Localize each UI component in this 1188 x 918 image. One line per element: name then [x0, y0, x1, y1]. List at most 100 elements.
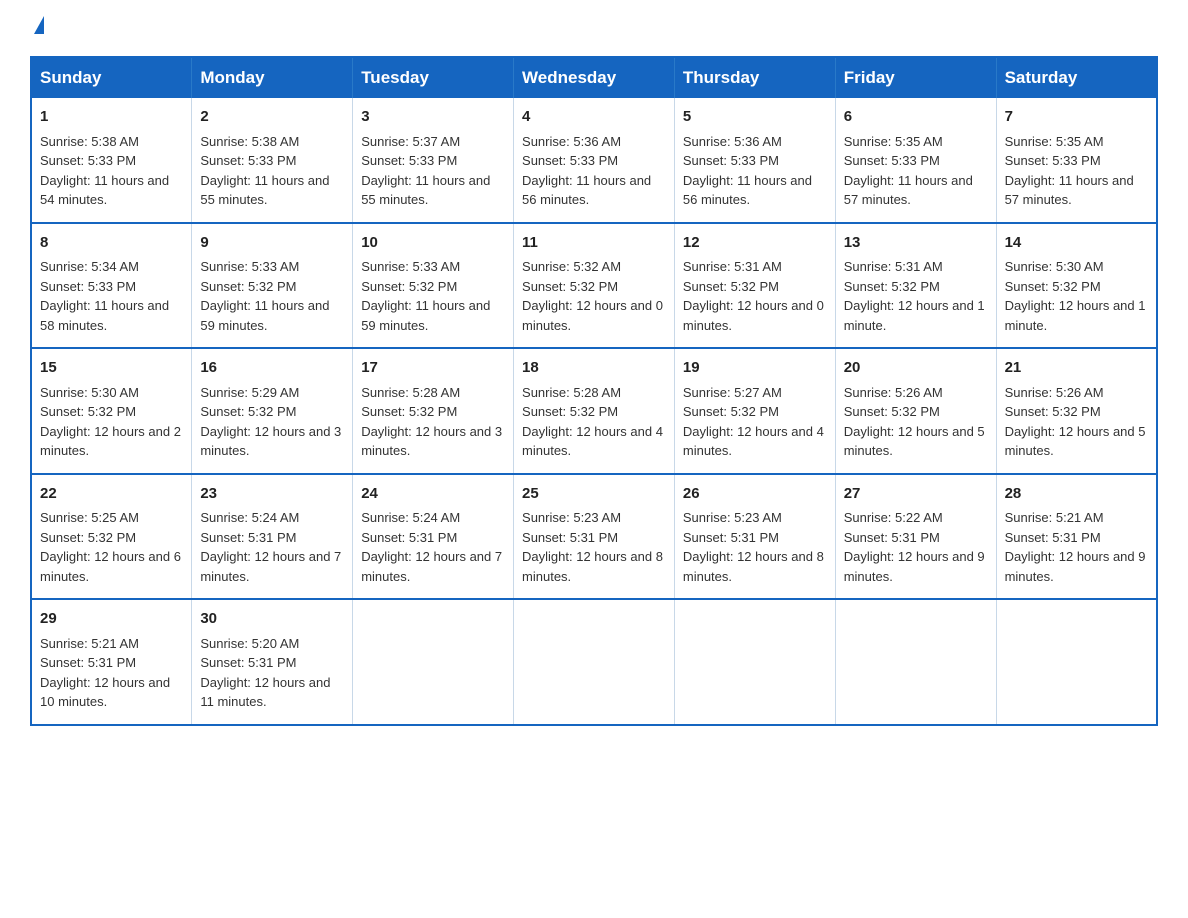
day-info: Sunrise: 5:35 AMSunset: 5:33 PMDaylight:… [1005, 134, 1134, 208]
day-number: 28 [1005, 483, 1148, 506]
calendar-day-cell [674, 599, 835, 725]
calendar-day-cell: 22 Sunrise: 5:25 AMSunset: 5:32 PMDaylig… [31, 474, 192, 600]
day-number: 11 [522, 232, 666, 255]
calendar-day-cell: 26 Sunrise: 5:23 AMSunset: 5:31 PMDaylig… [674, 474, 835, 600]
day-info: Sunrise: 5:22 AMSunset: 5:31 PMDaylight:… [844, 510, 985, 584]
day-number: 17 [361, 357, 505, 380]
calendar-week-row: 8 Sunrise: 5:34 AMSunset: 5:33 PMDayligh… [31, 223, 1157, 349]
weekday-header-friday: Friday [835, 57, 996, 98]
calendar-day-cell: 1 Sunrise: 5:38 AMSunset: 5:33 PMDayligh… [31, 98, 192, 223]
calendar-day-cell: 23 Sunrise: 5:24 AMSunset: 5:31 PMDaylig… [192, 474, 353, 600]
day-info: Sunrise: 5:26 AMSunset: 5:32 PMDaylight:… [1005, 385, 1146, 459]
day-number: 8 [40, 232, 183, 255]
day-number: 3 [361, 106, 505, 129]
day-info: Sunrise: 5:38 AMSunset: 5:33 PMDaylight:… [40, 134, 169, 208]
calendar-day-cell: 7 Sunrise: 5:35 AMSunset: 5:33 PMDayligh… [996, 98, 1157, 223]
day-number: 15 [40, 357, 183, 380]
day-number: 19 [683, 357, 827, 380]
day-number: 5 [683, 106, 827, 129]
weekday-header-row: SundayMondayTuesdayWednesdayThursdayFrid… [31, 57, 1157, 98]
calendar-week-row: 1 Sunrise: 5:38 AMSunset: 5:33 PMDayligh… [31, 98, 1157, 223]
calendar-day-cell: 17 Sunrise: 5:28 AMSunset: 5:32 PMDaylig… [353, 348, 514, 474]
day-number: 25 [522, 483, 666, 506]
day-info: Sunrise: 5:32 AMSunset: 5:32 PMDaylight:… [522, 259, 663, 333]
day-info: Sunrise: 5:31 AMSunset: 5:32 PMDaylight:… [683, 259, 824, 333]
day-number: 9 [200, 232, 344, 255]
calendar-day-cell: 16 Sunrise: 5:29 AMSunset: 5:32 PMDaylig… [192, 348, 353, 474]
calendar-week-row: 15 Sunrise: 5:30 AMSunset: 5:32 PMDaylig… [31, 348, 1157, 474]
day-number: 24 [361, 483, 505, 506]
day-info: Sunrise: 5:27 AMSunset: 5:32 PMDaylight:… [683, 385, 824, 459]
calendar-table: SundayMondayTuesdayWednesdayThursdayFrid… [30, 56, 1158, 726]
day-info: Sunrise: 5:36 AMSunset: 5:33 PMDaylight:… [683, 134, 812, 208]
calendar-day-cell: 4 Sunrise: 5:36 AMSunset: 5:33 PMDayligh… [514, 98, 675, 223]
calendar-day-cell: 3 Sunrise: 5:37 AMSunset: 5:33 PMDayligh… [353, 98, 514, 223]
day-info: Sunrise: 5:23 AMSunset: 5:31 PMDaylight:… [683, 510, 824, 584]
day-info: Sunrise: 5:26 AMSunset: 5:32 PMDaylight:… [844, 385, 985, 459]
day-info: Sunrise: 5:20 AMSunset: 5:31 PMDaylight:… [200, 636, 330, 710]
calendar-day-cell: 27 Sunrise: 5:22 AMSunset: 5:31 PMDaylig… [835, 474, 996, 600]
page-header [30, 20, 1158, 38]
calendar-day-cell: 12 Sunrise: 5:31 AMSunset: 5:32 PMDaylig… [674, 223, 835, 349]
day-info: Sunrise: 5:36 AMSunset: 5:33 PMDaylight:… [522, 134, 651, 208]
day-number: 2 [200, 106, 344, 129]
calendar-day-cell: 10 Sunrise: 5:33 AMSunset: 5:32 PMDaylig… [353, 223, 514, 349]
day-number: 23 [200, 483, 344, 506]
calendar-week-row: 29 Sunrise: 5:21 AMSunset: 5:31 PMDaylig… [31, 599, 1157, 725]
calendar-day-cell: 25 Sunrise: 5:23 AMSunset: 5:31 PMDaylig… [514, 474, 675, 600]
calendar-day-cell: 19 Sunrise: 5:27 AMSunset: 5:32 PMDaylig… [674, 348, 835, 474]
weekday-header-thursday: Thursday [674, 57, 835, 98]
day-number: 14 [1005, 232, 1148, 255]
day-info: Sunrise: 5:21 AMSunset: 5:31 PMDaylight:… [40, 636, 170, 710]
calendar-week-row: 22 Sunrise: 5:25 AMSunset: 5:32 PMDaylig… [31, 474, 1157, 600]
calendar-day-cell [996, 599, 1157, 725]
day-info: Sunrise: 5:28 AMSunset: 5:32 PMDaylight:… [522, 385, 663, 459]
weekday-header-tuesday: Tuesday [353, 57, 514, 98]
calendar-day-cell: 15 Sunrise: 5:30 AMSunset: 5:32 PMDaylig… [31, 348, 192, 474]
day-number: 27 [844, 483, 988, 506]
day-number: 22 [40, 483, 183, 506]
day-info: Sunrise: 5:28 AMSunset: 5:32 PMDaylight:… [361, 385, 502, 459]
day-info: Sunrise: 5:21 AMSunset: 5:31 PMDaylight:… [1005, 510, 1146, 584]
day-info: Sunrise: 5:38 AMSunset: 5:33 PMDaylight:… [200, 134, 329, 208]
day-info: Sunrise: 5:30 AMSunset: 5:32 PMDaylight:… [40, 385, 181, 459]
day-number: 20 [844, 357, 988, 380]
day-info: Sunrise: 5:23 AMSunset: 5:31 PMDaylight:… [522, 510, 663, 584]
calendar-day-cell: 5 Sunrise: 5:36 AMSunset: 5:33 PMDayligh… [674, 98, 835, 223]
logo [30, 20, 44, 38]
calendar-day-cell: 28 Sunrise: 5:21 AMSunset: 5:31 PMDaylig… [996, 474, 1157, 600]
day-number: 1 [40, 106, 183, 129]
calendar-day-cell: 30 Sunrise: 5:20 AMSunset: 5:31 PMDaylig… [192, 599, 353, 725]
day-number: 21 [1005, 357, 1148, 380]
calendar-day-cell: 14 Sunrise: 5:30 AMSunset: 5:32 PMDaylig… [996, 223, 1157, 349]
day-number: 7 [1005, 106, 1148, 129]
day-info: Sunrise: 5:25 AMSunset: 5:32 PMDaylight:… [40, 510, 181, 584]
day-number: 30 [200, 608, 344, 631]
calendar-day-cell: 13 Sunrise: 5:31 AMSunset: 5:32 PMDaylig… [835, 223, 996, 349]
day-number: 18 [522, 357, 666, 380]
weekday-header-saturday: Saturday [996, 57, 1157, 98]
day-info: Sunrise: 5:24 AMSunset: 5:31 PMDaylight:… [200, 510, 341, 584]
day-info: Sunrise: 5:31 AMSunset: 5:32 PMDaylight:… [844, 259, 985, 333]
day-info: Sunrise: 5:34 AMSunset: 5:33 PMDaylight:… [40, 259, 169, 333]
day-info: Sunrise: 5:29 AMSunset: 5:32 PMDaylight:… [200, 385, 341, 459]
day-number: 13 [844, 232, 988, 255]
day-number: 26 [683, 483, 827, 506]
day-number: 4 [522, 106, 666, 129]
day-number: 12 [683, 232, 827, 255]
calendar-day-cell: 9 Sunrise: 5:33 AMSunset: 5:32 PMDayligh… [192, 223, 353, 349]
calendar-day-cell: 20 Sunrise: 5:26 AMSunset: 5:32 PMDaylig… [835, 348, 996, 474]
calendar-day-cell: 2 Sunrise: 5:38 AMSunset: 5:33 PMDayligh… [192, 98, 353, 223]
day-number: 16 [200, 357, 344, 380]
calendar-day-cell: 29 Sunrise: 5:21 AMSunset: 5:31 PMDaylig… [31, 599, 192, 725]
day-number: 29 [40, 608, 183, 631]
logo-triangle-icon [34, 16, 44, 34]
calendar-day-cell: 18 Sunrise: 5:28 AMSunset: 5:32 PMDaylig… [514, 348, 675, 474]
day-info: Sunrise: 5:33 AMSunset: 5:32 PMDaylight:… [361, 259, 490, 333]
day-number: 10 [361, 232, 505, 255]
calendar-day-cell [353, 599, 514, 725]
weekday-header-monday: Monday [192, 57, 353, 98]
calendar-day-cell: 8 Sunrise: 5:34 AMSunset: 5:33 PMDayligh… [31, 223, 192, 349]
day-info: Sunrise: 5:33 AMSunset: 5:32 PMDaylight:… [200, 259, 329, 333]
day-info: Sunrise: 5:24 AMSunset: 5:31 PMDaylight:… [361, 510, 502, 584]
